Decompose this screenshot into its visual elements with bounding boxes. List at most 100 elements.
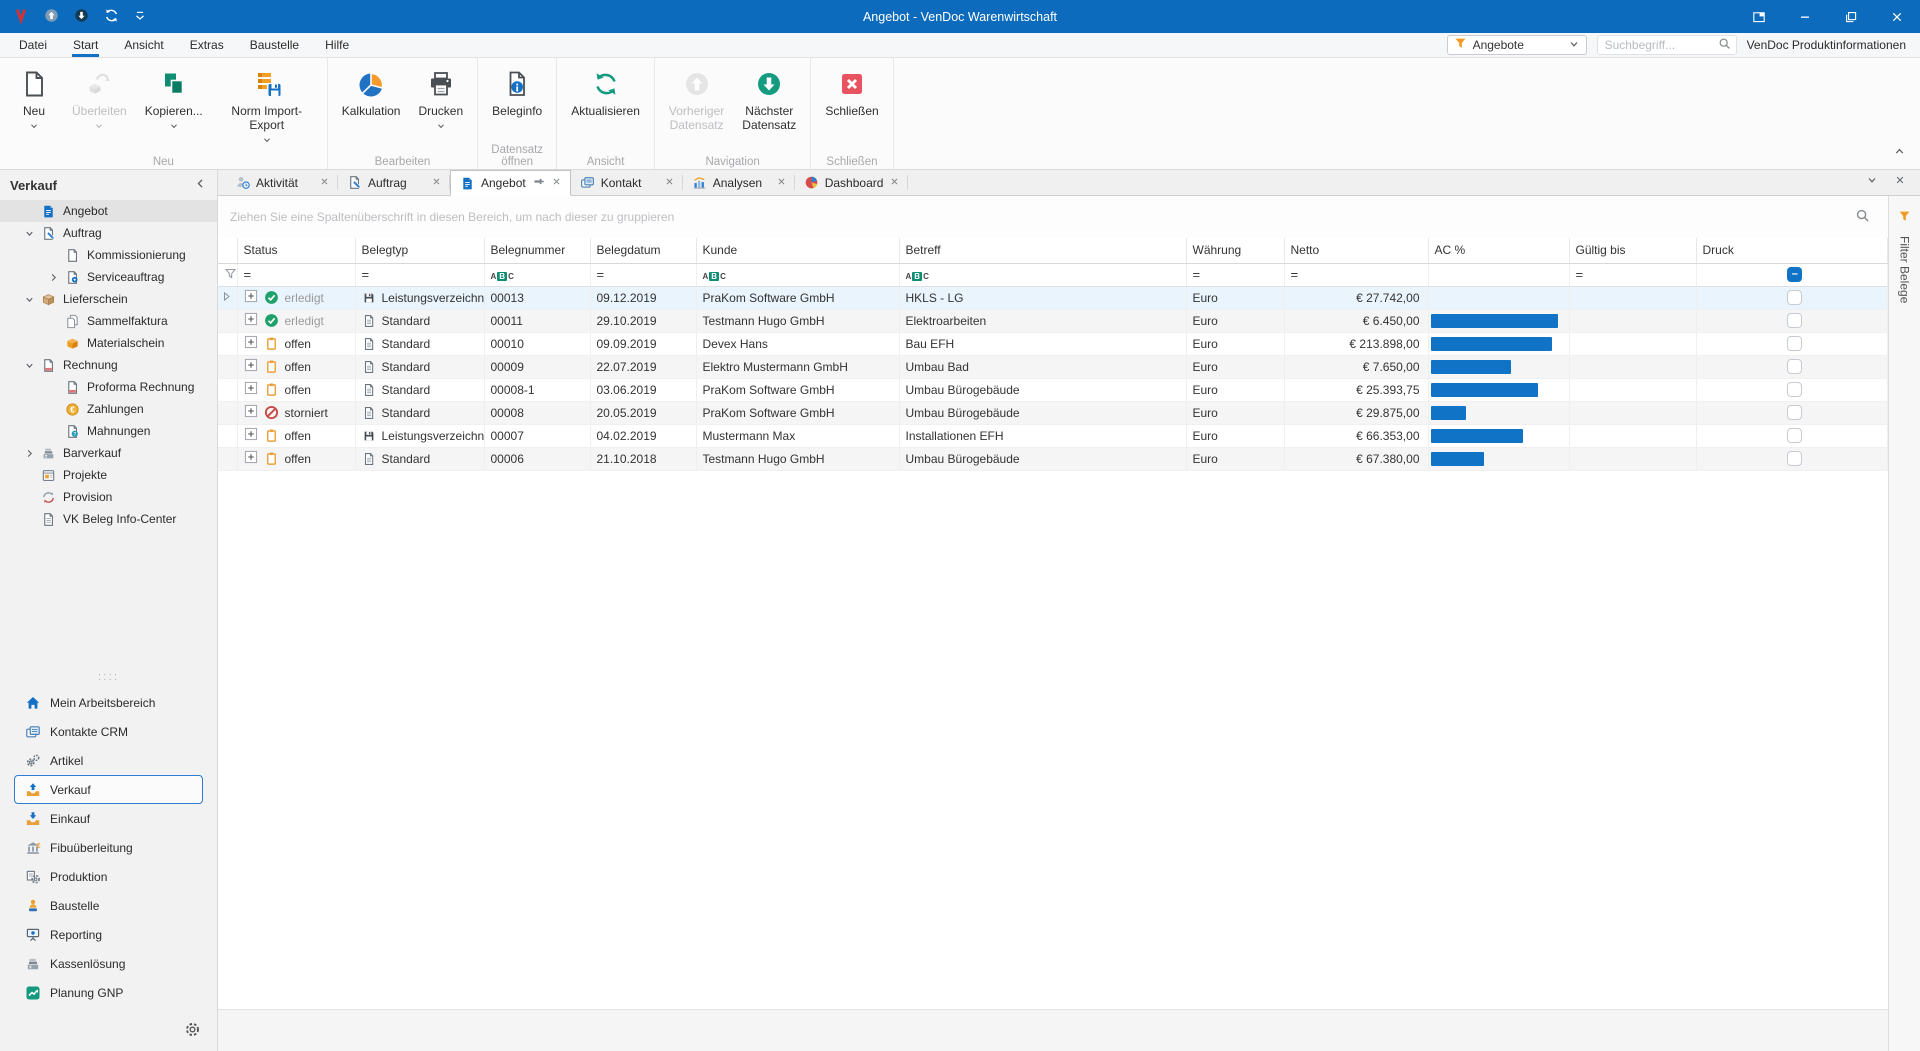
sidebar-nav-mein-arbeitsbereich[interactable]: Mein Arbeitsbereich [14, 688, 203, 717]
ribbon-button-norm-import-export[interactable]: Norm Import-Export [213, 65, 321, 144]
druck-checkbox[interactable] [1787, 359, 1802, 374]
tree-expander[interactable] [20, 360, 38, 371]
column-header-kunde[interactable]: Kunde [696, 238, 899, 263]
filter-operator-equals[interactable]: = [1193, 267, 1201, 282]
tab-close-button[interactable] [664, 176, 675, 190]
column-header-status[interactable]: Status [237, 238, 355, 263]
filter-cell-betreff[interactable]: ABC [899, 263, 1186, 286]
qat-vendoc-logo[interactable] [13, 7, 30, 27]
funnel-gray-icon[interactable] [224, 267, 237, 280]
ribbon-button-schliessen[interactable]: Schließen [817, 65, 886, 130]
ribbon-button-beleginfo[interactable]: Beleginfo [484, 65, 550, 130]
sidebar-tree-item-kommissionierung[interactable]: Kommissionierung [0, 244, 217, 266]
column-header-belegtyp[interactable]: Belegtyp [355, 238, 484, 263]
table-row[interactable]: erledigt Leistungsverzeichnis 00013 09.1… [218, 286, 1888, 309]
tab-overflow-button[interactable] [1866, 174, 1878, 189]
settings-gear-button[interactable] [184, 1021, 201, 1041]
table-row[interactable]: offen Standard 00010 09.09.2019 Devex Ha… [218, 332, 1888, 355]
tabstrip-close-button[interactable] [1894, 174, 1906, 189]
filter-operator-abc[interactable]: ABC [906, 272, 929, 281]
row-expand-button[interactable] [244, 312, 258, 329]
tab-close-button[interactable] [431, 176, 442, 190]
sidebar-tree-item-rechnung[interactable]: Rechnung [0, 354, 217, 376]
tab-analysen[interactable]: Analysen [683, 170, 795, 195]
group-by-panel[interactable]: Ziehen Sie eine Spaltenüberschrift in di… [218, 196, 1888, 238]
filter-operator-equals[interactable]: = [362, 267, 370, 282]
table-row[interactable]: erledigt Standard 00011 29.10.2019 Testm… [218, 309, 1888, 332]
ribbon-button-kopieren[interactable]: Kopieren... [137, 65, 211, 130]
menu-ansicht[interactable]: Ansicht [111, 33, 176, 57]
menu-datei[interactable]: Datei [6, 33, 60, 57]
table-row[interactable]: offen Standard 00008-1 03.06.2019 PraKom… [218, 378, 1888, 401]
tree-expander[interactable] [44, 272, 62, 283]
sidebar-tree-item-angebot[interactable]: Angebot [0, 200, 217, 222]
sidebar-nav-kassenloesung[interactable]: Kassenlösung [14, 949, 203, 978]
search-input[interactable] [1603, 37, 1718, 53]
filter-cell-gueltig-bis[interactable]: = [1569, 263, 1696, 286]
qat-customize-quick-access[interactable] [133, 8, 147, 25]
sidebar-tree-item-projekte[interactable]: Projekte [0, 464, 217, 486]
column-header-gueltig-bis[interactable]: Gültig bis [1569, 238, 1696, 263]
row-expand-button[interactable] [244, 381, 258, 398]
menu-start[interactable]: Start [60, 33, 111, 57]
sidebar-tree-item-proforma-rechnung[interactable]: Proforma Rechnung [0, 376, 217, 398]
sidebar-nav-produktion[interactable]: Produktion [14, 862, 203, 891]
tab-aktivitaet[interactable]: Aktivität [226, 170, 338, 195]
table-row[interactable]: offen Standard 00006 21.10.2018 Testmann… [218, 447, 1888, 470]
sidebar-nav-planung-gnp[interactable]: Planung GNP [14, 978, 203, 1007]
filter-cell-status[interactable]: = [237, 263, 355, 286]
tab-angebot[interactable]: Angebot [450, 170, 571, 196]
filter-cell-netto[interactable]: = [1284, 263, 1428, 286]
tab-dashboard[interactable]: Dashboard [795, 170, 909, 195]
druck-checkbox[interactable] [1787, 290, 1802, 305]
ribbon-button-drucken[interactable]: Drucken [410, 65, 471, 130]
menu-extras[interactable]: Extras [177, 33, 237, 57]
filter-operator-abc[interactable]: ABC [703, 272, 726, 281]
column-header-netto[interactable]: Netto [1284, 238, 1428, 263]
druck-checkbox[interactable] [1787, 336, 1802, 351]
window-panel-layout-button[interactable] [1736, 0, 1782, 33]
sidebar-tree-item-auftrag[interactable]: Auftrag [0, 222, 217, 244]
sidebar-tree-item-materialschein[interactable]: Materialschein [0, 332, 217, 354]
sidebar-splitter[interactable]: ········ [0, 666, 217, 688]
table-row[interactable]: offen Leistungsverzeichnis 00007 04.02.2… [218, 424, 1888, 447]
product-info-link[interactable]: VenDoc Produktinformationen [1747, 38, 1906, 52]
sidebar-nav-verkauf[interactable]: Verkauf [14, 775, 203, 804]
column-header-belegnummer[interactable]: Belegnummer [484, 238, 590, 263]
grid-search-button[interactable] [1855, 208, 1870, 226]
sidebar-tree-item-mahnungen[interactable]: ? Mahnungen [0, 420, 217, 442]
window-minimize-button[interactable] [1782, 0, 1828, 33]
tab-close-button[interactable] [551, 176, 562, 190]
druck-checkbox[interactable] [1787, 451, 1802, 466]
sidebar-tree-item-barverkauf[interactable]: Barverkauf [0, 442, 217, 464]
column-header-ac[interactable]: AC % [1428, 238, 1569, 263]
column-header-waehrung[interactable]: Währung [1186, 238, 1284, 263]
sidebar-tree-item-lieferschein[interactable]: Lieferschein [0, 288, 217, 310]
druck-checkbox[interactable] [1787, 405, 1802, 420]
ribbon-button-aktualisieren[interactable]: Aktualisieren [563, 65, 648, 130]
tree-expander[interactable] [20, 448, 38, 459]
druck-checkbox[interactable] [1787, 428, 1802, 443]
tab-close-button[interactable] [776, 176, 787, 190]
column-header-belegdatum[interactable]: Belegdatum [590, 238, 696, 263]
tab-kontakt[interactable]: Kontakt [571, 170, 683, 195]
filter-operator-abc[interactable]: ABC [491, 272, 514, 281]
ribbon-collapse-button[interactable] [1893, 145, 1906, 161]
column-header-indicator[interactable] [218, 238, 237, 263]
row-expand-button[interactable] [244, 335, 258, 352]
sidebar-nav-baustelle[interactable]: Baustelle [14, 891, 203, 920]
window-close-button[interactable] [1874, 0, 1920, 33]
tab-auftrag[interactable]: Auftrag [338, 170, 450, 195]
row-expand-button[interactable] [244, 289, 258, 306]
sidebar-tree-item-serviceauftrag[interactable]: Serviceauftrag [0, 266, 217, 288]
filter-cell-belegnummer[interactable]: ABC [484, 263, 590, 286]
ribbon-button-kalkulation[interactable]: Kalkulation [334, 65, 409, 130]
row-expand-button[interactable] [244, 404, 258, 421]
tab-pin-button[interactable] [532, 175, 545, 191]
tab-close-button[interactable] [889, 176, 900, 190]
sidebar-nav-fibuueberleitung[interactable]: € Fibuüberleitung [14, 833, 203, 862]
filter-cell-belegtyp[interactable]: = [355, 263, 484, 286]
filter-panel-tab[interactable]: Filter Belege [1888, 196, 1920, 1051]
sidebar-nav-einkauf[interactable]: Einkauf [14, 804, 203, 833]
sidebar-tree-item-sammelfaktura[interactable]: Sammelfaktura [0, 310, 217, 332]
